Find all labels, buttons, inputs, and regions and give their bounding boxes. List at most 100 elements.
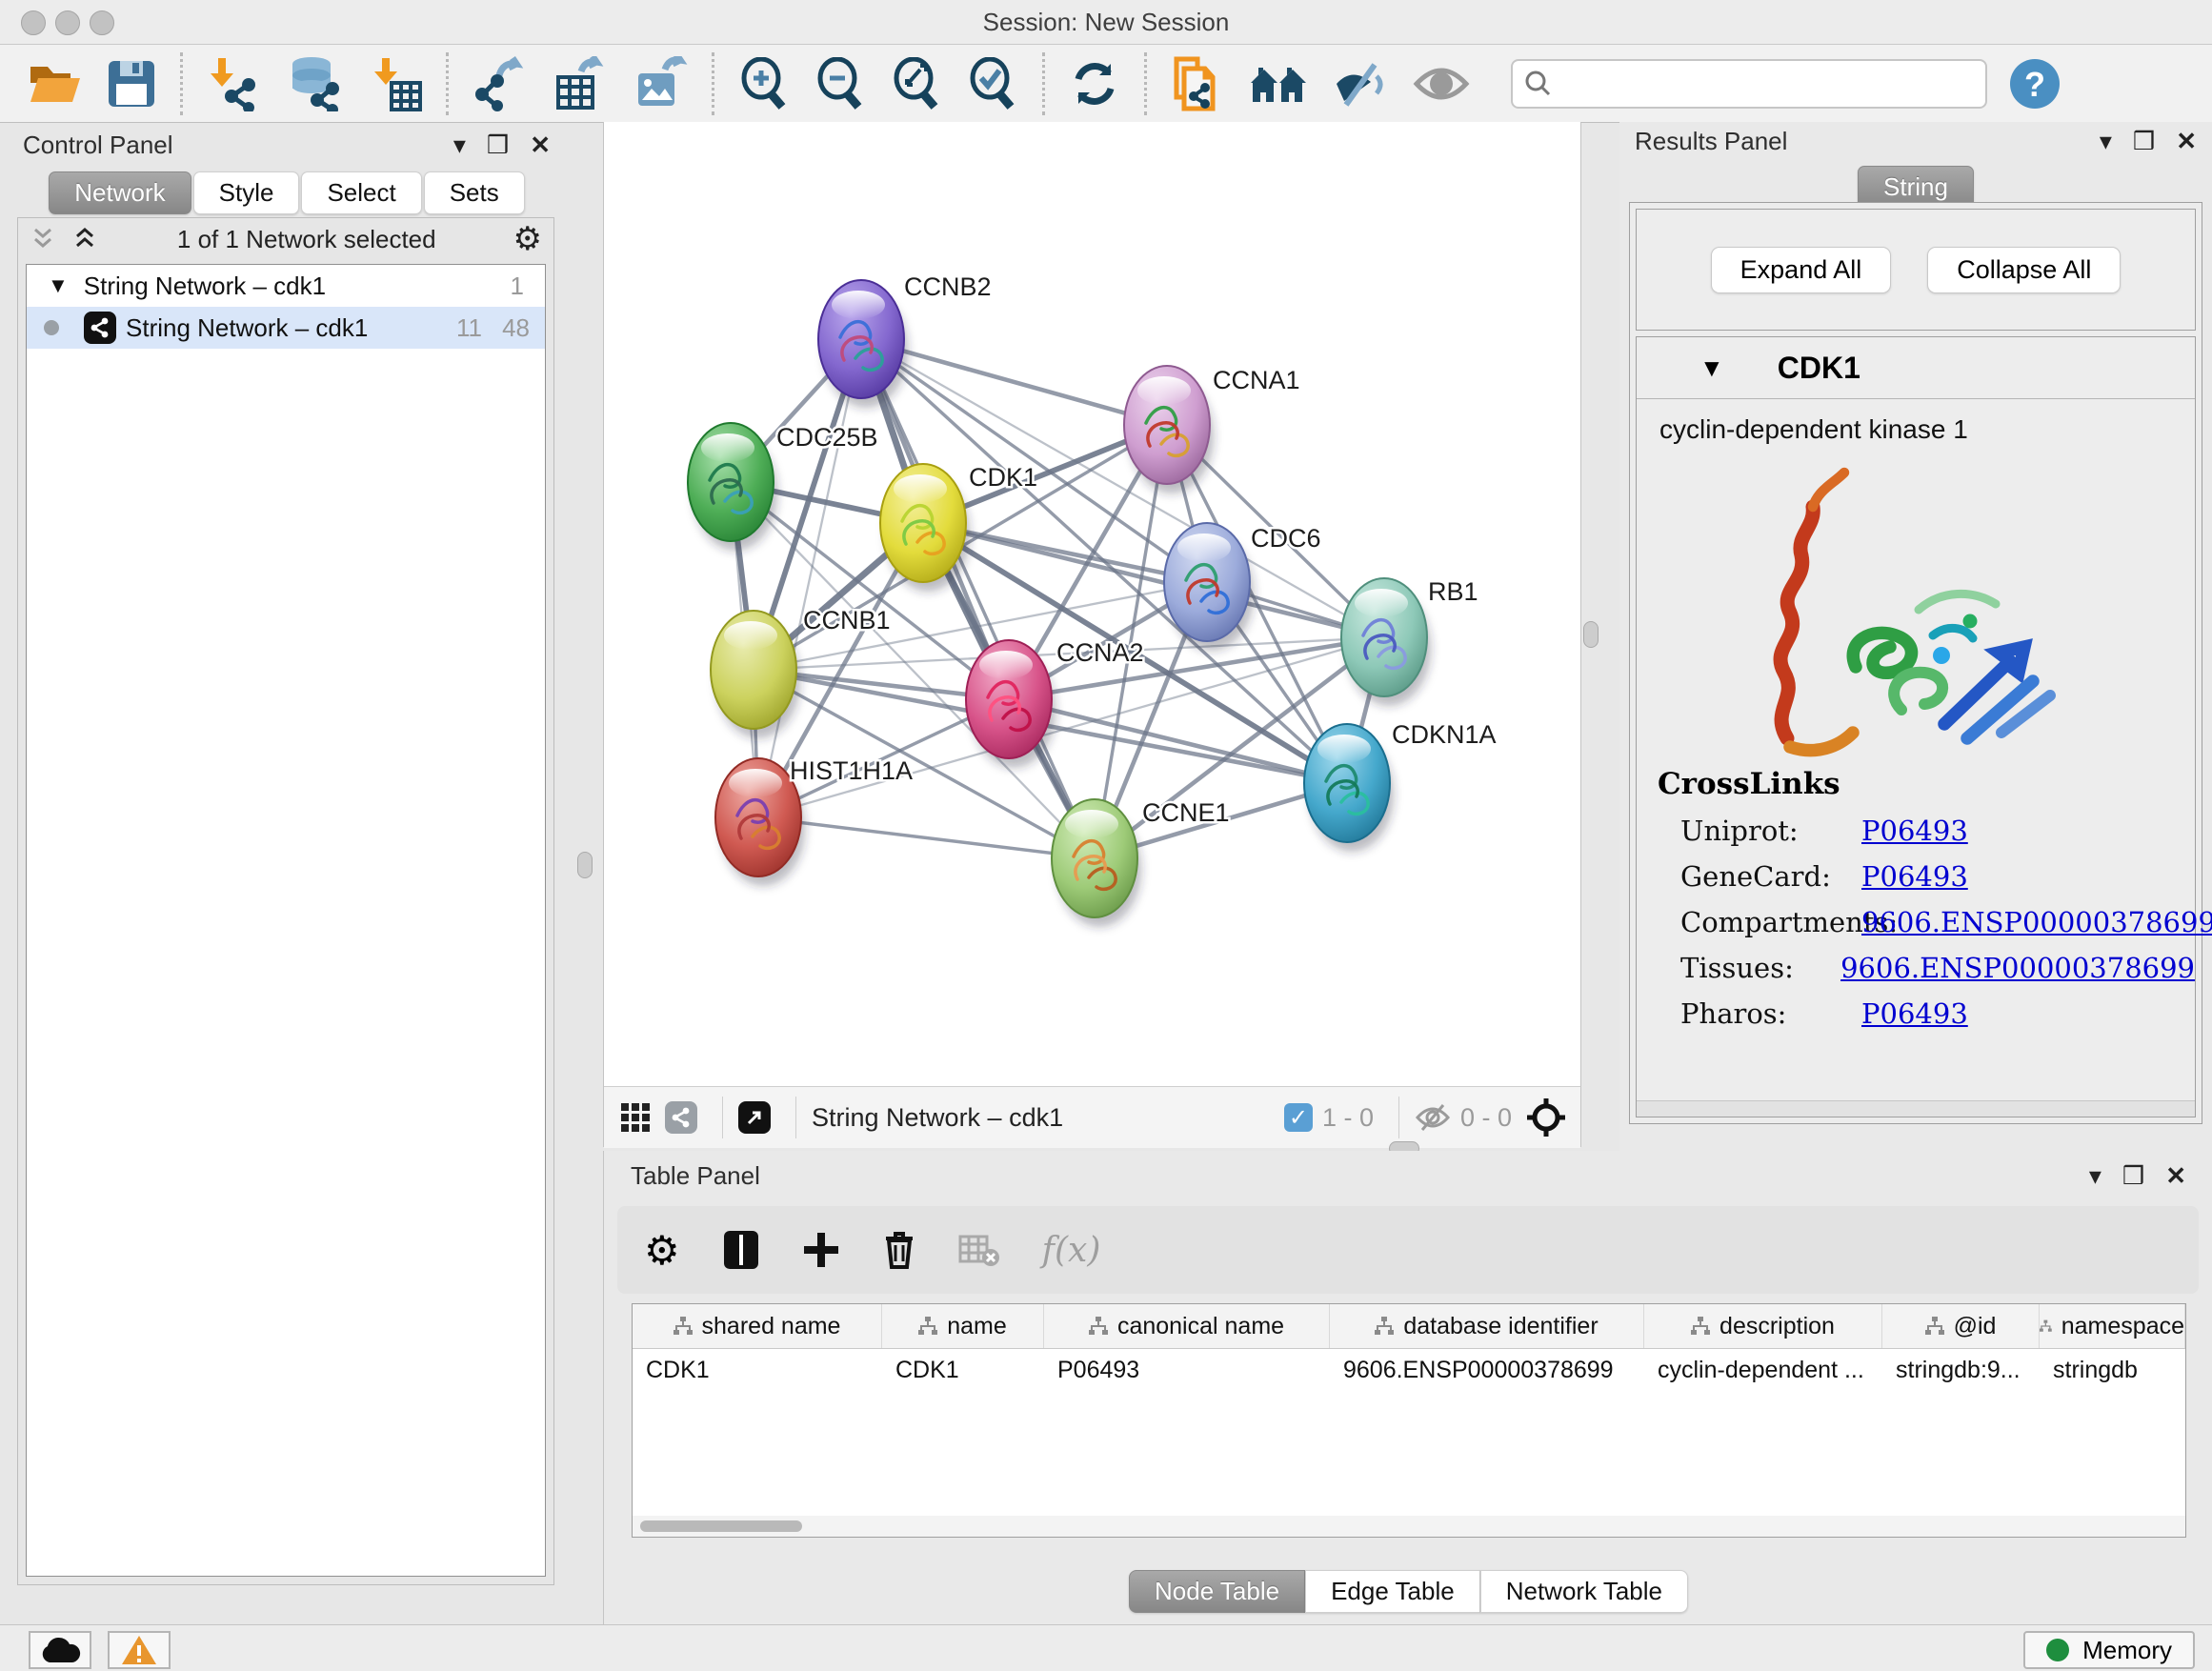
import-table-button[interactable] [371, 56, 422, 111]
cell-@id[interactable]: stringdb:9... [1882, 1349, 2040, 1391]
search-input[interactable] [1560, 64, 1985, 104]
add-column-icon[interactable] [802, 1231, 840, 1269]
import-network-database-button[interactable] [287, 56, 346, 111]
hidden-eye-icon[interactable] [1415, 1103, 1451, 1132]
network-row[interactable]: String Network – cdk1 11 48 [27, 307, 545, 349]
tree-expander-icon[interactable]: ▼ [48, 273, 69, 298]
table-hscrollbar-thumb[interactable] [640, 1520, 802, 1532]
tab-select[interactable]: Select [301, 171, 421, 214]
panel-collapse-icon[interactable]: ▾ [453, 131, 466, 160]
graph-node-CCNB1[interactable] [711, 611, 800, 738]
crosslink-label: Uniprot: [1680, 815, 1861, 847]
string-copy-share-button[interactable] [1171, 55, 1224, 112]
panel-collapse-icon[interactable]: ▾ [2089, 1161, 2101, 1191]
cell-namespace[interactable]: stringdb [2040, 1349, 2185, 1391]
crosslink-link[interactable]: P06493 [1861, 815, 1968, 847]
show-all-button[interactable] [1413, 63, 1470, 105]
graph-node-CDC25B[interactable] [688, 423, 777, 551]
cell-name[interactable]: CDK1 [882, 1349, 1044, 1391]
tab-sets[interactable]: Sets [424, 171, 525, 214]
delete-table-icon[interactable] [958, 1233, 1000, 1267]
string-view-icon[interactable] [665, 1101, 697, 1134]
open-in-window-icon[interactable] [738, 1101, 771, 1134]
copy-document-share-icon [1171, 55, 1224, 112]
tab-network[interactable]: Network [49, 171, 191, 214]
expand-all-icon[interactable] [71, 227, 100, 252]
refresh-button[interactable] [1069, 58, 1120, 110]
graph-node-CDC6[interactable] [1164, 523, 1254, 651]
string-home-button[interactable] [1249, 62, 1308, 106]
table-hscrollbar[interactable] [633, 1516, 2185, 1537]
column-header-database-identifier[interactable]: database identifier [1330, 1304, 1644, 1348]
crosslink-link[interactable]: 9606.ENSP00000378699 [1861, 906, 2212, 938]
tab-network-table[interactable]: Network Table [1480, 1570, 1688, 1613]
graph-node-CCNB2[interactable] [818, 280, 908, 408]
graph-edge-CCNE1-HIST1H1A[interactable] [758, 817, 1095, 858]
graph-node-RB1[interactable] [1341, 578, 1431, 706]
zoom-selected-button[interactable] [967, 57, 1018, 111]
close-window-icon[interactable] [21, 10, 46, 35]
function-builder-icon[interactable]: f(x) [1042, 1231, 1101, 1270]
save-session-button[interactable] [107, 59, 156, 109]
cell-canonical-name[interactable]: P06493 [1044, 1349, 1330, 1391]
vertical-splitter-handle[interactable] [1583, 621, 1599, 648]
results-scrollbar[interactable] [1637, 1100, 2195, 1117]
graph-edge-CCNB2-HIST1H1A[interactable] [758, 339, 861, 817]
zoom-fit-button[interactable] [891, 57, 942, 111]
column-header-namespace[interactable]: namespace [2040, 1304, 2185, 1348]
zoom-out-button[interactable] [814, 57, 866, 111]
cloud-button[interactable] [29, 1631, 91, 1669]
network-collection-row[interactable]: ▼ String Network – cdk1 1 [27, 265, 545, 307]
show-columns-icon[interactable] [722, 1229, 760, 1271]
grid-view-icon[interactable] [619, 1101, 652, 1134]
crosslink-link[interactable]: 9606.ENSP00000378699 [1840, 952, 2195, 984]
hide-selection-button[interactable] [1333, 59, 1388, 109]
export-network-button[interactable] [473, 56, 528, 111]
delete-column-icon[interactable] [882, 1229, 916, 1271]
panel-close-icon[interactable]: ✕ [530, 131, 551, 160]
tab-edge-table[interactable]: Edge Table [1305, 1570, 1480, 1613]
export-table-button[interactable] [553, 56, 608, 111]
export-image-button[interactable] [633, 56, 688, 111]
gear-icon[interactable]: ⚙ [513, 220, 542, 258]
panel-float-icon[interactable]: ❒ [2133, 127, 2155, 156]
warnings-button[interactable] [108, 1631, 171, 1669]
column-header-description[interactable]: description [1644, 1304, 1882, 1348]
table-options-gear-icon[interactable]: ⚙ [644, 1227, 680, 1274]
collapse-all-button[interactable]: Collapse All [1927, 247, 2121, 293]
tab-node-table[interactable]: Node Table [1129, 1570, 1305, 1613]
panel-float-icon[interactable]: ❒ [2122, 1161, 2144, 1191]
open-session-button[interactable] [27, 59, 82, 109]
tab-style[interactable]: Style [193, 171, 300, 214]
table-row[interactable]: CDK1CDK1P064939606.ENSP00000378699cyclin… [633, 1349, 2185, 1391]
crosslink-link[interactable]: P06493 [1861, 860, 1968, 893]
panel-close-icon[interactable]: ✕ [2176, 127, 2197, 156]
birdseye-crosshair-icon[interactable] [1525, 1097, 1567, 1138]
memory-button[interactable]: Memory [2023, 1631, 2195, 1669]
expand-all-button[interactable]: Expand All [1711, 247, 1892, 293]
graph-node-CCNE1[interactable] [1052, 799, 1141, 927]
cell-database-identifier[interactable]: 9606.ENSP00000378699 [1330, 1349, 1644, 1391]
help-button[interactable]: ? [2010, 59, 2060, 109]
graph-node-CDKN1A[interactable] [1304, 724, 1394, 852]
vertical-splitter-handle[interactable] [577, 852, 593, 878]
cell-description[interactable]: cyclin-dependent ... [1644, 1349, 1882, 1391]
collapse-all-icon[interactable] [30, 227, 58, 252]
column-header-@id[interactable]: @id [1882, 1304, 2040, 1348]
column-header-canonical-name[interactable]: canonical name [1044, 1304, 1330, 1348]
network-graph-canvas[interactable]: CCNB2CCNA1CDC25BCDK1CDC6RB1CCNB1CCNA2CDK… [604, 122, 1580, 1086]
minimize-window-icon[interactable] [55, 10, 80, 35]
cell-shared-name[interactable]: CDK1 [633, 1349, 882, 1391]
column-header-name[interactable]: name [882, 1304, 1044, 1348]
graph-node-CCNA2[interactable] [966, 640, 1056, 768]
panel-float-icon[interactable]: ❒ [487, 131, 509, 160]
zoom-in-button[interactable] [738, 57, 790, 111]
maximize-window-icon[interactable] [90, 10, 114, 35]
crosslink-link[interactable]: P06493 [1861, 997, 1968, 1030]
panel-collapse-icon[interactable]: ▾ [2100, 127, 2112, 156]
panel-close-icon[interactable]: ✕ [2165, 1161, 2186, 1191]
selected-checkbox-icon[interactable]: ✓ [1284, 1103, 1313, 1132]
import-network-file-button[interactable] [207, 56, 262, 111]
section-expander-icon[interactable]: ▼ [1699, 353, 1724, 383]
column-header-shared-name[interactable]: shared name [633, 1304, 882, 1348]
